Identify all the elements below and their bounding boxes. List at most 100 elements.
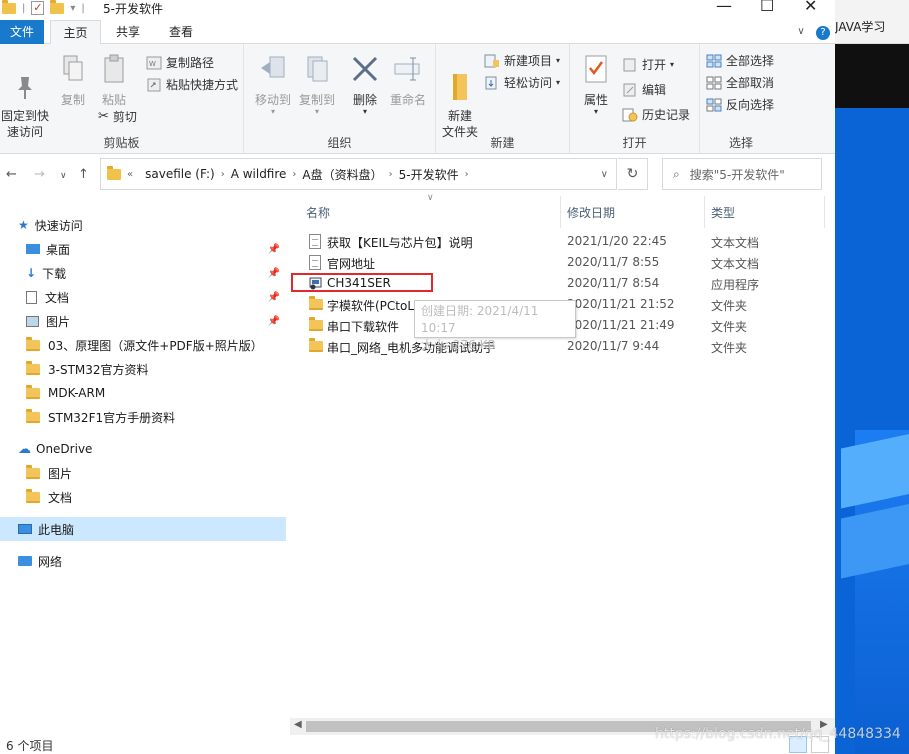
tab-home[interactable]: 主页 (50, 20, 101, 45)
history-button[interactable]: 历史记录 (622, 106, 690, 123)
other-window-title: JAVA学习 (835, 20, 886, 34)
scissors-icon: ✂ (98, 109, 109, 124)
new-folder-icon[interactable] (50, 0, 65, 14)
column-header-name[interactable]: 名称 (306, 204, 330, 222)
refresh-button[interactable]: ↻ (618, 158, 648, 190)
copy-to-icon (307, 56, 328, 82)
maximize-button[interactable]: ☐ (760, 0, 774, 15)
sidebar-item-folder[interactable]: 3-STM32官方资料 (0, 357, 286, 381)
back-arrow-icon[interactable]: ← (6, 167, 17, 182)
sidebar-item-pictures[interactable]: 图片 📌 (0, 309, 286, 333)
chevron-down-icon: ▾ (314, 107, 319, 116)
sidebar-item-folder[interactable]: STM32F1官方手册资料 (0, 405, 286, 429)
organize-group-label: 组织 (327, 136, 352, 150)
breadcrumb-overflow[interactable]: « (127, 169, 133, 180)
tab-share[interactable]: 共享 (107, 20, 149, 44)
scroll-left-icon[interactable]: ◀ (294, 719, 302, 730)
move-to-button[interactable]: 移动到 ▾ (252, 54, 294, 116)
properties-check-icon[interactable]: ✓ (31, 1, 45, 15)
column-header-type[interactable]: 类型 (711, 204, 735, 222)
chevron-right-icon[interactable]: › (465, 169, 469, 180)
sidebar-item-label: OneDrive (36, 442, 93, 456)
new-group: 新建 文件夹 新建项目 ▾ 轻松访问 ▾ 新建 (436, 44, 570, 154)
open-button[interactable]: 打开 ▾ (622, 56, 674, 73)
column-divider[interactable] (560, 196, 561, 228)
edit-button[interactable]: 编辑 (622, 81, 666, 98)
column-divider[interactable] (824, 196, 825, 228)
file-date: 2020/11/7 8:54 (567, 276, 660, 290)
column-divider[interactable] (704, 196, 705, 228)
breadcrumb-item[interactable]: 5-开发软件 (399, 166, 459, 183)
item-count: 6 个项目 (6, 739, 54, 753)
paste-shortcut-label: 粘贴快捷方式 (166, 78, 239, 92)
sidebar-item-documents[interactable]: 文档 📌 (0, 285, 286, 309)
tab-view[interactable]: 查看 (160, 20, 202, 44)
minimize-button[interactable]: — (716, 0, 732, 15)
address-dropdown-chevron-icon[interactable]: ∨ (601, 169, 608, 180)
up-arrow-icon[interactable]: ↑ (78, 167, 89, 182)
pin-icon (18, 77, 32, 99)
sidebar-item-folder[interactable]: MDK-ARM (0, 381, 286, 405)
recent-locations-chevron-icon[interactable]: ∨ (60, 171, 67, 181)
cut-button[interactable]: ✂ 剪切 (98, 108, 137, 125)
rename-button[interactable]: 重命名 (386, 54, 430, 108)
invert-selection-button[interactable]: 反向选择 (706, 96, 774, 113)
delete-button[interactable]: 删除 ▾ (348, 54, 382, 116)
sidebar-item-onedrive[interactable]: ☁ OneDrive (0, 437, 286, 461)
folder-icon (309, 296, 323, 310)
collapse-ribbon-button[interactable]: ∨ (794, 20, 808, 44)
breadcrumb-item[interactable]: savefile (F:) (145, 167, 215, 181)
select-all-icon (706, 54, 722, 67)
close-button[interactable]: ✕ (804, 0, 817, 15)
copy-to-button[interactable]: 复制到 ▾ (296, 54, 338, 116)
chevron-right-icon[interactable]: › (389, 169, 393, 180)
sidebar-item-folder[interactable]: 03、原理图（源文件+PDF版+照片版） (0, 333, 286, 357)
select-none-button[interactable]: 全部取消 (706, 74, 774, 91)
file-row[interactable]: 获取【KEIL与芯片包】说明 2021/1/20 22:45 文本文档 (290, 231, 835, 252)
other-window-strip: JAVA学习 (835, 0, 909, 44)
pin-icon[interactable]: 📌 (268, 244, 280, 255)
forward-arrow-icon[interactable]: → (34, 167, 45, 182)
sidebar-item-desktop[interactable]: 桌面 📌 (0, 237, 286, 261)
desktop-background: JAVA学习 (835, 0, 909, 754)
folder-icon (309, 317, 323, 331)
sidebar-item-onedrive-documents[interactable]: 文档 (0, 485, 286, 509)
breadcrumb-item[interactable]: A wildfire (231, 167, 287, 181)
sidebar-item-this-pc[interactable]: 此电脑 (0, 517, 286, 541)
pin-icon[interactable]: 📌 (268, 292, 280, 303)
copy-path-button[interactable]: W 复制路径 (146, 54, 214, 71)
select-all-button[interactable]: 全部选择 (706, 52, 774, 69)
folder-icon (107, 165, 121, 180)
column-header-date[interactable]: 修改日期 (567, 204, 615, 222)
sidebar-item-downloads[interactable]: ↓ 下载 📌 (0, 261, 286, 285)
chevron-right-icon[interactable]: › (221, 169, 225, 180)
sidebar-item-onedrive-pictures[interactable]: 图片 (0, 461, 286, 485)
search-input[interactable]: ⌕ 搜索"5-开发软件" (662, 158, 822, 190)
folder-icon (26, 384, 40, 399)
clipboard-group-label: 剪贴板 (103, 136, 140, 150)
pin-icon[interactable]: 📌 (268, 268, 280, 279)
new-item-button[interactable]: 新建项目 ▾ (484, 52, 560, 69)
history-label: 历史记录 (642, 108, 691, 122)
sidebar-item-label: 03、原理图（源文件+PDF版+照片版） (48, 338, 263, 353)
sidebar-item-network[interactable]: 网络 (0, 549, 286, 573)
sidebar-item-quick-access[interactable]: ★ 快速访问 (0, 213, 286, 237)
copy-button[interactable]: 复制 (56, 54, 90, 108)
address-bar[interactable]: « savefile (F:) › A wildfire › A盘（资料盘） ›… (100, 158, 617, 190)
help-button[interactable]: ? (816, 26, 830, 40)
easy-access-button[interactable]: 轻松访问 ▾ (484, 74, 560, 91)
chevron-down-icon[interactable]: ▾ (70, 3, 75, 14)
properties-button[interactable]: 属性 ▾ (578, 54, 614, 116)
title-bar: | ✓ ▾ | 5-开发软件 — ☐ ✕ (0, 0, 835, 20)
pin-icon[interactable]: 📌 (268, 316, 280, 327)
tab-file[interactable]: 文件 (0, 20, 44, 44)
document-icon (26, 290, 37, 304)
file-date: 2020/11/21 21:52 (567, 297, 675, 311)
chevron-right-icon[interactable]: › (292, 169, 296, 180)
breadcrumb-item[interactable]: A盘（资料盘） (302, 166, 382, 183)
paste-shortcut-button[interactable]: 粘贴快捷方式 (146, 76, 238, 93)
sidebar-item-label: 下载 (42, 266, 67, 281)
paste-button[interactable]: 粘贴 (96, 54, 132, 108)
file-row[interactable]: 官网地址 2020/11/7 8:55 文本文档 (290, 252, 835, 273)
sort-chevron-icon: ∨ (427, 193, 434, 203)
